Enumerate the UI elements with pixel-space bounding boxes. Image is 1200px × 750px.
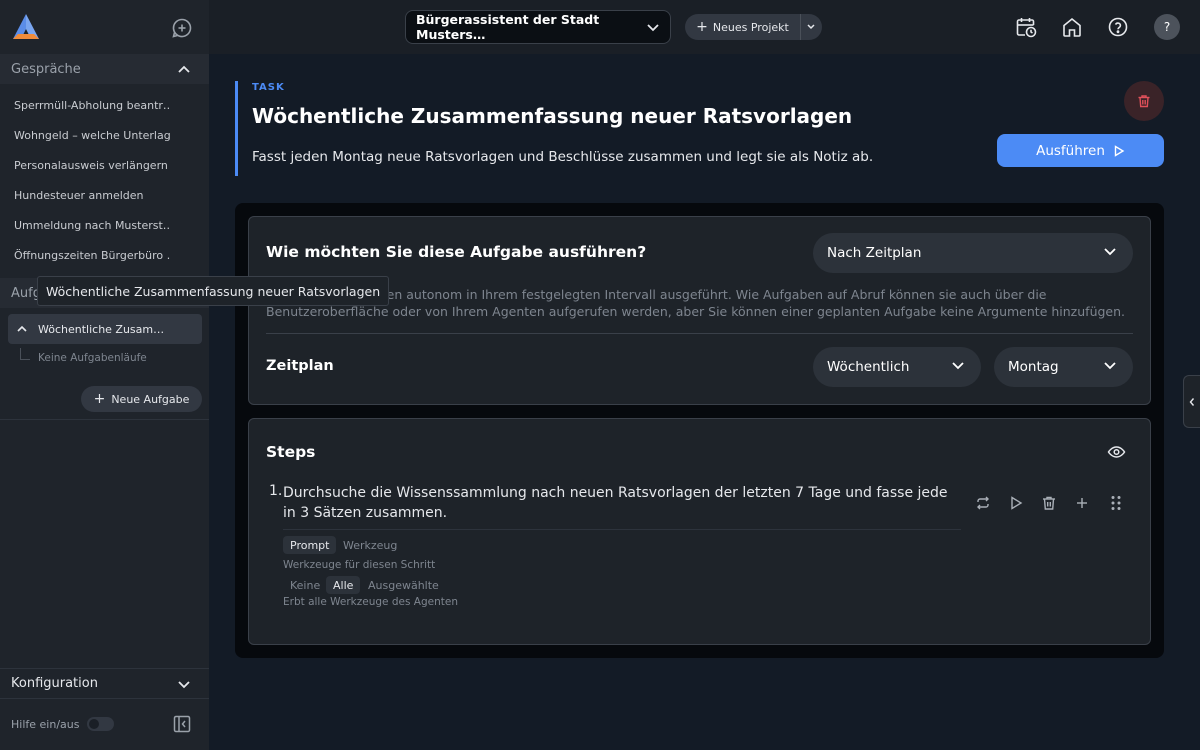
- avatar[interactable]: ?: [1154, 14, 1180, 40]
- drag-handle-icon[interactable]: [1108, 495, 1124, 511]
- chevron-down-icon[interactable]: [951, 360, 965, 372]
- app-logo[interactable]: [10, 12, 42, 42]
- conversations-header[interactable]: Gespräche: [0, 54, 209, 84]
- conversation-item[interactable]: Hundesteuer anmelden: [0, 180, 170, 210]
- task-title: Wöchentliche Zusammenfassung neuer Ratsv…: [252, 104, 853, 128]
- execution-mode-select[interactable]: Nach Zeitplan: [813, 233, 1133, 273]
- add-step-icon[interactable]: [1074, 495, 1090, 511]
- play-icon: [1114, 144, 1125, 157]
- execution-info-line: Benutzeroberfläche oder von Ihrem Agente…: [266, 304, 1126, 319]
- tools-label: Werkzeuge für diesen Schritt: [283, 559, 436, 571]
- execution-info: n werden autonom in Ihrem festgelegten I…: [266, 286, 1126, 320]
- execution-mode-value: Nach Zeitplan: [827, 245, 922, 261]
- execution-info-line: n werden autonom in Ihrem festgelegten I…: [344, 287, 1047, 302]
- new-project-label: Neues Projekt: [712, 20, 789, 34]
- run-task-button[interactable]: Ausführen: [997, 134, 1164, 167]
- step-text[interactable]: Durchsuche die Wissenssammlung nach neue…: [283, 483, 953, 523]
- task-kind-label: TASK: [252, 82, 285, 93]
- tree-connector: [20, 348, 30, 360]
- schedule-label: Zeitplan: [266, 358, 334, 374]
- run-task-label: Ausführen: [1036, 142, 1105, 159]
- tools-all-option[interactable]: Alle: [326, 576, 361, 594]
- sidebar-divider: [0, 419, 209, 420]
- calendar-clock-icon[interactable]: [1015, 16, 1037, 38]
- conversation-list: Sperrmüll-Abholung beantr… Wohngeld – we…: [0, 90, 209, 270]
- conversation-item[interactable]: Öffnungszeiten Bürgerbüro …: [0, 240, 170, 270]
- execution-divider: [266, 333, 1133, 334]
- repeat-icon[interactable]: [975, 495, 991, 511]
- mode-prompt-tab[interactable]: Prompt: [283, 536, 337, 554]
- collapse-sidebar-icon[interactable]: [173, 715, 191, 733]
- trash-icon: [1138, 95, 1150, 108]
- sidebar-top: [0, 0, 209, 54]
- home-icon[interactable]: [1061, 16, 1083, 38]
- plus-icon: +: [93, 391, 106, 407]
- eye-icon[interactable]: [1107, 444, 1126, 460]
- inherit-note: Erbt alle Werkzeuge des Agenten: [283, 596, 458, 608]
- frequency-select[interactable]: Wöchentlich: [813, 347, 981, 387]
- task-runs: Keine Aufgabenläufe: [20, 346, 147, 370]
- topbar: Bürgerassistent der Stadt Musters… + Neu…: [209, 0, 1200, 54]
- trash-icon[interactable]: [1041, 495, 1057, 511]
- steps-card: [248, 418, 1151, 645]
- chevron-up-icon[interactable]: [177, 63, 191, 75]
- tools-selected-option[interactable]: Ausgewählte: [361, 576, 446, 594]
- step-divider: [283, 529, 961, 530]
- play-icon[interactable]: [1008, 495, 1024, 511]
- help-icon[interactable]: [1107, 16, 1129, 38]
- assistant-name: Bürgerassistent der Stadt Musters…: [416, 12, 600, 42]
- day-value: Montag: [1008, 359, 1059, 375]
- day-select[interactable]: Montag: [994, 347, 1133, 387]
- frequency-value: Wöchentlich: [827, 359, 910, 375]
- sidebar-footer: Hilfe ein/aus: [0, 712, 209, 736]
- sidebar-task-item[interactable]: Wöchentliche Zusam…: [8, 314, 202, 344]
- help-toggle[interactable]: [87, 717, 115, 731]
- new-project-main[interactable]: + Neues Projekt: [685, 14, 801, 40]
- chevron-down-icon[interactable]: [646, 22, 660, 34]
- mode-tool-tab[interactable]: Werkzeug: [336, 536, 404, 554]
- sidebar-task-label: Wöchentliche Zusam…: [38, 322, 165, 336]
- new-task-label: Neue Aufgabe: [111, 392, 190, 406]
- conversation-item[interactable]: Personalausweis verlängern: [0, 150, 170, 180]
- conversation-item[interactable]: Sperrmüll-Abholung beantr…: [0, 90, 170, 120]
- step-number: 1.: [269, 483, 283, 499]
- chevron-down-icon[interactable]: [1103, 246, 1117, 258]
- new-chat-icon[interactable]: [171, 17, 193, 39]
- task-runs-label: Keine Aufgabenläufe: [38, 352, 147, 364]
- task-description: Fasst jeden Montag neue Ratsvorlagen und…: [252, 149, 874, 165]
- configuration-label: Konfiguration: [11, 676, 98, 691]
- configuration-header[interactable]: Konfiguration: [0, 668, 209, 699]
- execution-question: Wie möchten Sie diese Aufgabe ausführen?: [266, 243, 647, 261]
- task-tooltip: Wöchentliche Zusammenfassung neuer Ratsv…: [37, 276, 390, 306]
- chevron-left-icon: [1189, 397, 1195, 406]
- chevron-down-icon[interactable]: [177, 679, 191, 691]
- delete-task-button[interactable]: [1124, 81, 1164, 121]
- right-panel-toggle[interactable]: [1183, 375, 1200, 428]
- conversation-item[interactable]: Ummeldung nach Musterst…: [0, 210, 170, 240]
- assistant-select[interactable]: Bürgerassistent der Stadt Musters…: [405, 10, 671, 44]
- sidebar: Gespräche Sperrmüll-Abholung beantr… Woh…: [0, 0, 209, 750]
- conversations-header-label: Gespräche: [11, 61, 81, 77]
- new-project-button[interactable]: + Neues Projekt: [685, 14, 822, 40]
- help-toggle-label: Hilfe ein/aus: [11, 717, 80, 731]
- tools-none-option[interactable]: Keine: [283, 576, 327, 594]
- plus-icon: +: [696, 19, 708, 35]
- task-accent-bar: [235, 81, 238, 176]
- chevron-down-icon[interactable]: [806, 23, 816, 31]
- new-task-button[interactable]: + Neue Aufgabe: [81, 386, 202, 412]
- chevron-down-icon[interactable]: [1103, 360, 1117, 372]
- steps-title: Steps: [266, 443, 316, 461]
- chevron-up-icon[interactable]: [16, 324, 28, 334]
- conversation-item[interactable]: Wohngeld – welche Unterlag…: [0, 120, 170, 150]
